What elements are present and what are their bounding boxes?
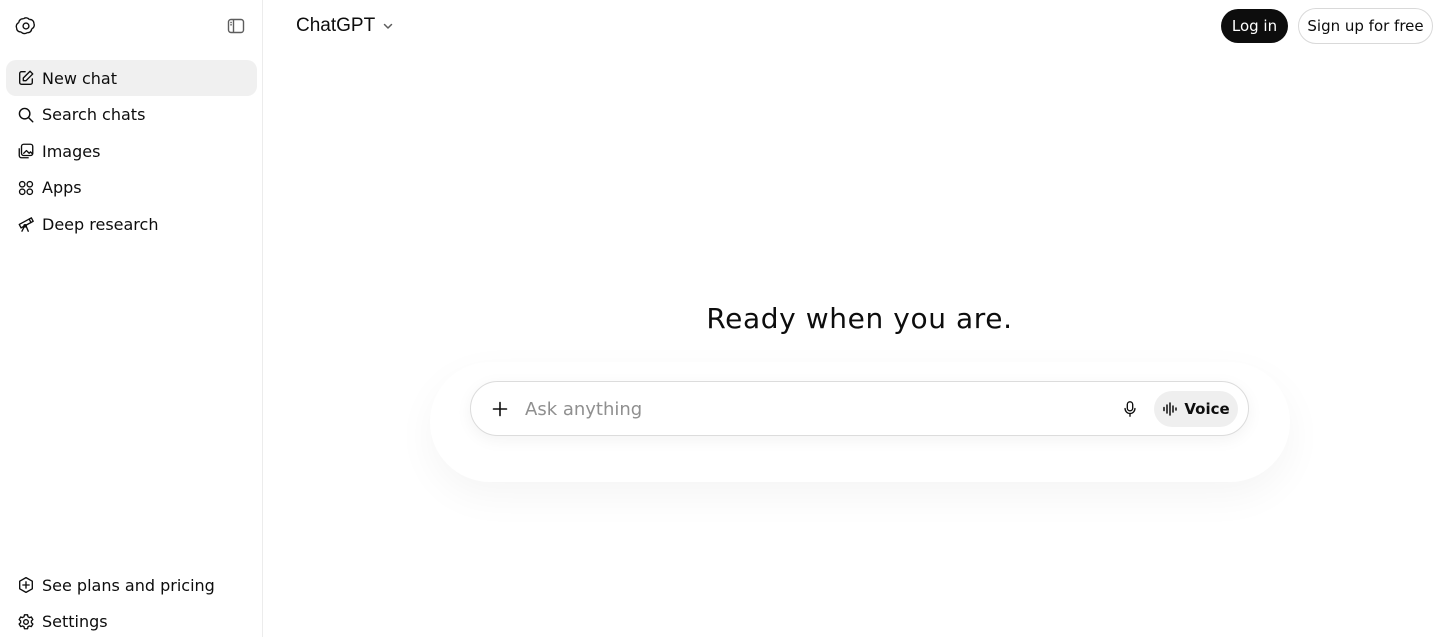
waveform-icon xyxy=(1162,401,1178,417)
sidebar-item-label: Deep research xyxy=(42,214,159,234)
prompt-composer: Voice xyxy=(470,381,1249,436)
voice-button[interactable]: Voice xyxy=(1154,391,1238,427)
new-chat-icon xyxy=(16,68,36,88)
sidebar-toggle-icon[interactable] xyxy=(222,12,250,40)
sidebar-item-label: Search chats xyxy=(42,105,146,124)
add-attachment-icon[interactable] xyxy=(487,396,513,422)
model-picker[interactable]: ChatGPT xyxy=(296,11,395,41)
voice-label: Voice xyxy=(1184,400,1230,418)
images-icon xyxy=(16,141,36,161)
sidebar-item-plans[interactable]: See plans and pricing xyxy=(6,567,257,603)
sidebar-item-deep-research[interactable]: Deep research xyxy=(6,206,257,242)
sidebar-item-settings[interactable]: Settings xyxy=(6,604,257,637)
sidebar: New chat Search chats Images Apps Deep r… xyxy=(0,0,263,637)
sidebar-header xyxy=(0,0,262,52)
sidebar-footer: See plans and pricing Settings xyxy=(6,567,257,637)
sidebar-item-new-chat[interactable]: New chat xyxy=(6,60,257,96)
sidebar-item-label: Apps xyxy=(42,178,82,197)
prompt-input[interactable] xyxy=(525,394,1105,424)
sidebar-item-label: Images xyxy=(42,141,101,161)
signup-button[interactable]: Sign up for free xyxy=(1298,8,1433,44)
sidebar-nav: New chat Search chats Images Apps Deep r… xyxy=(6,60,257,243)
telescope-icon xyxy=(16,214,36,234)
sidebar-item-label: New chat xyxy=(42,68,117,88)
login-button[interactable]: Log in xyxy=(1221,9,1288,43)
sidebar-item-images[interactable]: Images xyxy=(6,133,257,169)
sidebar-item-search-chats[interactable]: Search chats xyxy=(6,97,257,133)
sidebar-item-label: See plans and pricing xyxy=(42,575,215,595)
openai-logo-icon[interactable] xyxy=(12,12,40,40)
gear-icon xyxy=(16,612,36,632)
microphone-icon[interactable] xyxy=(1117,396,1143,422)
chevron-down-icon xyxy=(381,19,395,33)
model-label: ChatGPT xyxy=(296,15,376,36)
apps-icon xyxy=(16,178,36,198)
sidebar-item-label: Settings xyxy=(42,612,108,631)
plans-icon xyxy=(16,575,36,595)
search-icon xyxy=(16,105,36,125)
app-root: New chat Search chats Images Apps Deep r… xyxy=(0,0,1456,637)
sidebar-item-apps[interactable]: Apps xyxy=(6,170,257,206)
